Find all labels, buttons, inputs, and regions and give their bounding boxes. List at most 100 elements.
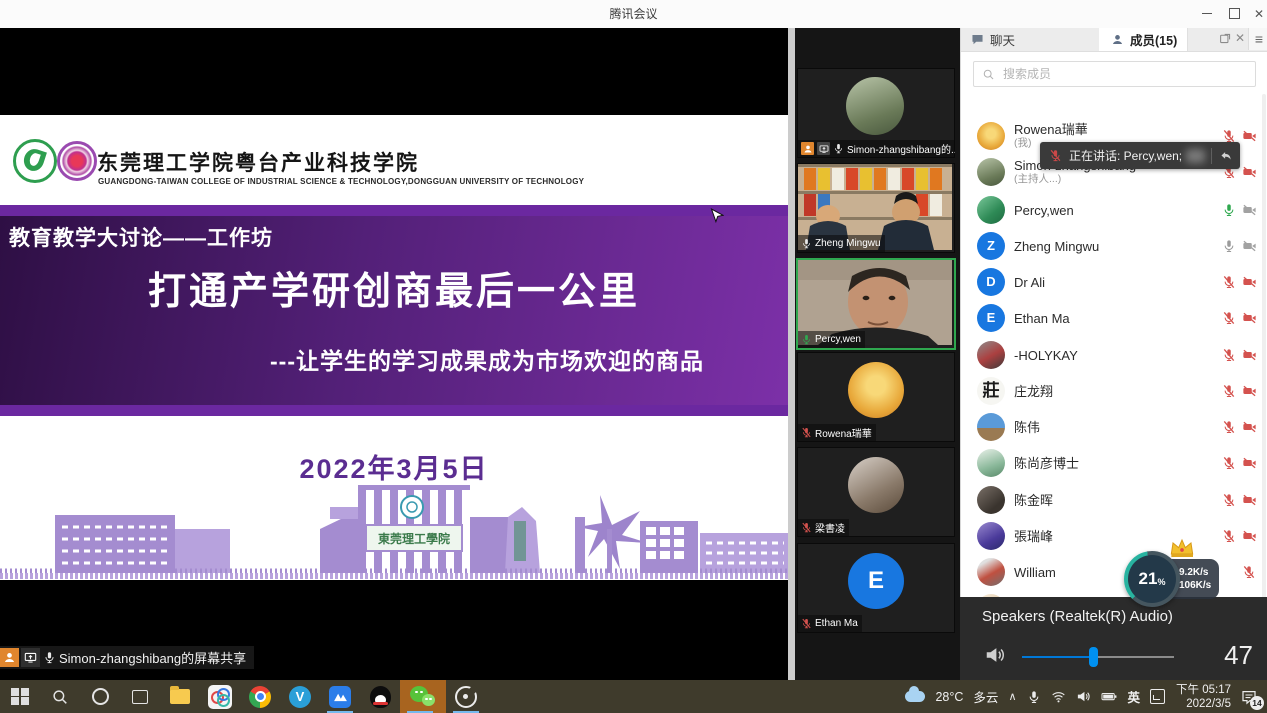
tray-mic-icon[interactable] bbox=[1027, 690, 1041, 704]
input-language[interactable]: 英 bbox=[1128, 687, 1141, 706]
mic-muted-icon[interactable] bbox=[1222, 129, 1236, 143]
camera-off-icon[interactable] bbox=[1242, 348, 1257, 362]
video-thumbnail-column: Simon-zhangshibang的... bbox=[795, 28, 960, 680]
member-list-scrollbar[interactable] bbox=[1262, 94, 1266, 619]
weather-desc[interactable]: 多云 bbox=[973, 687, 998, 706]
taskbar-clock[interactable]: 下午 05:17 2022/3/5 bbox=[1176, 683, 1231, 711]
mic-icon[interactable] bbox=[1222, 239, 1236, 253]
notification-center-button[interactable]: 14 bbox=[1241, 689, 1257, 705]
mic-muted-icon[interactable] bbox=[1222, 420, 1236, 434]
reply-arrow-icon[interactable] bbox=[1219, 149, 1233, 163]
member-row[interactable]: D Dr Ali bbox=[961, 264, 1261, 300]
minimize-button[interactable] bbox=[1194, 0, 1220, 27]
hidden-icons-chevron[interactable]: ∧ bbox=[1008, 690, 1016, 703]
folder-icon bbox=[170, 689, 190, 704]
camera-off-icon[interactable] bbox=[1242, 311, 1257, 325]
action-square-icon[interactable] bbox=[1150, 689, 1165, 704]
memory-usage-widget[interactable]: 21% bbox=[1124, 551, 1180, 607]
member-row[interactable]: 張瑞峰 bbox=[961, 518, 1261, 554]
qq-button[interactable] bbox=[360, 680, 400, 713]
camera-off-icon[interactable] bbox=[1242, 420, 1257, 434]
participant-name: Percy,wen bbox=[815, 334, 861, 345]
v-app-button[interactable]: V bbox=[280, 680, 320, 713]
cortana-button[interactable] bbox=[80, 680, 120, 713]
avatar-initial: D bbox=[977, 268, 1005, 296]
desktop: 腾讯会议 ✕ 东莞理工学院粤台产业科技学院 GUANGDONG-TAIWAN C… bbox=[0, 0, 1267, 713]
mic-speaking-icon[interactable] bbox=[1222, 203, 1236, 217]
popout-panel-icon[interactable] bbox=[1219, 32, 1232, 45]
tab-chat[interactable]: 聊天 bbox=[961, 28, 1110, 51]
panel-menu-icon[interactable]: ≡ bbox=[1248, 28, 1267, 50]
wifi-icon[interactable] bbox=[1051, 689, 1066, 704]
close-button[interactable]: ✕ bbox=[1246, 0, 1267, 27]
video-thumbnail-liang[interactable]: 梁書凌 bbox=[797, 447, 955, 537]
avatar bbox=[977, 486, 1005, 514]
mic-muted-icon[interactable] bbox=[1222, 529, 1236, 543]
host-badge-icon bbox=[801, 142, 814, 155]
volume-value: 47 bbox=[1224, 640, 1253, 671]
mic-muted-icon[interactable] bbox=[1222, 311, 1236, 325]
video-thumbnail-ethan[interactable]: E Ethan Ma bbox=[797, 543, 955, 633]
weather-temp[interactable]: 28°C bbox=[935, 690, 963, 704]
member-search[interactable] bbox=[973, 61, 1256, 87]
video-thumbnail-percy-speaking[interactable]: Percy,wen bbox=[796, 258, 956, 350]
restore-button[interactable] bbox=[1221, 0, 1247, 27]
member-row[interactable]: 陈金晖 bbox=[961, 482, 1261, 518]
panel-close-icon[interactable]: ✕ bbox=[1235, 31, 1245, 45]
recorder-app-button[interactable] bbox=[446, 680, 486, 713]
qq-penguin-icon bbox=[370, 686, 391, 708]
window-title: 腾讯会议 bbox=[0, 0, 1267, 28]
camera-off-icon[interactable] bbox=[1242, 165, 1257, 179]
camera-off-icon[interactable] bbox=[1242, 384, 1257, 398]
search-input[interactable] bbox=[1001, 66, 1247, 82]
camera-off-icon[interactable] bbox=[1242, 275, 1257, 289]
camera-off-icon[interactable] bbox=[1242, 239, 1257, 253]
camera-off-icon[interactable] bbox=[1242, 129, 1257, 143]
camera-off-icon[interactable] bbox=[1242, 493, 1257, 507]
speaker-icon[interactable] bbox=[984, 644, 1006, 666]
avatar-initial: E bbox=[848, 553, 904, 609]
member-row[interactable]: 莊 庄龙翔 bbox=[961, 373, 1261, 409]
member-row[interactable]: 陈伟 bbox=[961, 409, 1261, 445]
task-view-button[interactable] bbox=[120, 680, 160, 713]
video-thumbnail-zheng[interactable]: Zheng Mingwu bbox=[797, 163, 955, 253]
file-explorer-button[interactable] bbox=[160, 680, 200, 713]
mic-icon bbox=[833, 143, 844, 154]
member-row[interactable]: 陈尚彦博士 bbox=[961, 445, 1261, 481]
participant-name: 梁書凌 bbox=[815, 520, 845, 535]
mic-muted-icon[interactable] bbox=[1222, 348, 1236, 362]
wechat-button-active[interactable] bbox=[400, 680, 446, 713]
member-row[interactable]: E Ethan Ma bbox=[961, 300, 1261, 336]
mic-muted-icon[interactable] bbox=[1222, 456, 1236, 470]
camera-off-icon[interactable] bbox=[1242, 456, 1257, 470]
mic-muted-icon[interactable] bbox=[1222, 493, 1236, 507]
camera-off-icon[interactable] bbox=[1242, 529, 1257, 543]
start-button[interactable] bbox=[0, 680, 40, 713]
mic-muted-icon[interactable] bbox=[1222, 384, 1236, 398]
volume-slider-handle[interactable] bbox=[1089, 647, 1098, 667]
tab-members[interactable]: 成员(15) bbox=[1099, 28, 1188, 51]
speaking-toast: 正在讲话: Percy,wen; bbox=[1040, 142, 1240, 169]
avatar bbox=[846, 77, 904, 135]
pane-divider[interactable] bbox=[788, 28, 795, 680]
mic-muted-icon bbox=[801, 522, 812, 533]
mic-icon bbox=[42, 648, 57, 667]
campus-illustration: 東莞理工學院 bbox=[0, 477, 788, 580]
member-row[interactable]: -HOLYKAY bbox=[961, 337, 1261, 373]
mic-muted-icon[interactable] bbox=[1222, 275, 1236, 289]
member-row[interactable]: Percy,wen bbox=[961, 192, 1261, 228]
battery-icon[interactable] bbox=[1101, 689, 1118, 704]
taskbar-search-button[interactable] bbox=[40, 680, 80, 713]
chrome-button[interactable] bbox=[240, 680, 280, 713]
video-thumbnail-simon[interactable]: Simon-zhangshibang的... bbox=[797, 68, 955, 158]
tray-speaker-icon[interactable] bbox=[1076, 689, 1091, 704]
minimize-icon bbox=[1202, 13, 1212, 15]
slide-topic: 教育教学大讨论——工作坊 bbox=[9, 222, 273, 252]
docs-app-button[interactable] bbox=[320, 680, 360, 713]
mic-muted-icon[interactable] bbox=[1242, 565, 1256, 579]
video-thumbnail-rowena[interactable]: Rowena瑞華 bbox=[797, 352, 955, 442]
rings-app-button[interactable] bbox=[200, 680, 240, 713]
member-row[interactable]: Z Zheng Mingwu bbox=[961, 228, 1261, 264]
camera-off-icon[interactable] bbox=[1242, 203, 1257, 217]
weather-cloud-icon[interactable] bbox=[905, 691, 925, 702]
